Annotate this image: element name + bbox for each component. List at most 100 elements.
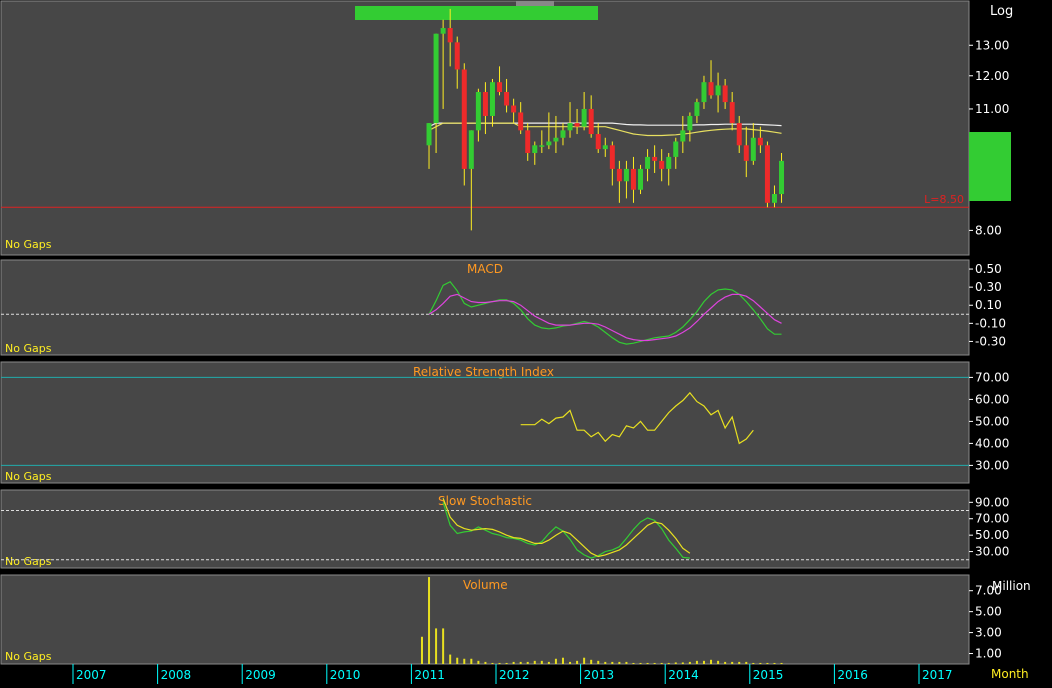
volume-bar [576,660,579,664]
volume-bar [583,657,586,664]
volume-bar [554,658,557,664]
price-axis-label: 11.00 [975,102,1009,116]
candle-body [511,105,517,113]
volume-bar [618,661,621,664]
candle-body [461,69,467,169]
volume-title: Volume [463,578,508,592]
volume-bar [667,662,670,664]
volume-bar [540,660,543,664]
volume-bar [639,662,642,664]
candle-body [447,28,453,43]
volume-bar [519,661,522,664]
top-range-handle[interactable] [516,1,554,6]
rsi-gap-label: No Gaps [5,470,52,483]
macd-axis-label: -0.10 [975,316,1006,330]
stock-chart: Log Million Month No Gaps No Gaps No Gap… [0,0,1031,684]
volume-bar [505,662,508,664]
candle-body [750,137,756,161]
volume-bar [780,662,783,664]
volume-bar [420,636,423,664]
macd-axis-label: 0.50 [975,262,1002,276]
candle-body [567,123,573,131]
candle-body [779,160,785,195]
year-label: 2017 [922,668,953,682]
year-label: 2010 [330,668,361,682]
volume-bar [653,662,656,664]
candle-body [504,92,510,106]
volume-bar [533,660,536,664]
year-label: 2008 [161,668,192,682]
candle-body [433,33,439,124]
macd-axis-label: -0.30 [975,334,1006,348]
candle-body [440,28,446,34]
candle-body [659,160,665,169]
volume-bar [463,658,466,664]
scale-mode-label[interactable]: Log [990,4,1013,19]
volume-bar [681,662,684,664]
price-axis-label: 12.00 [975,69,1009,83]
volume-bar [710,659,713,664]
candle-body [687,115,693,131]
volume-bar [738,661,741,664]
volume-bar [449,654,452,664]
candle-body [743,145,749,161]
rsi-axis-label: 60.00 [975,392,1009,406]
candle [461,63,467,186]
chart-window: Log Million Month No Gaps No Gaps No Gap… [0,0,1052,684]
top-range-bar [355,6,598,20]
macd-axis-label: 0.10 [975,298,1002,312]
volume-bar [632,662,635,664]
candle-body [694,102,700,116]
volume-bar [470,658,473,664]
candle-body [581,108,587,127]
candle-body [532,145,538,154]
volume-bar [766,662,769,664]
candle-body [468,130,474,169]
volume-bar [759,662,762,664]
year-label: 2009 [245,668,276,682]
volume-axis-label: 1.00 [975,647,1002,661]
candle-body [708,82,714,96]
volume-bar [428,577,431,664]
candle-body [645,156,651,169]
candle-body [560,130,566,138]
candle-body [546,141,552,146]
volume-bar [717,660,720,664]
volume-axis-label: 5.00 [975,605,1002,619]
price-axis-label: 8.00 [975,223,1002,237]
volume-bar [731,661,734,664]
macd-gap-label: No Gaps [5,342,52,355]
candle-body [715,85,721,96]
volume-bar [695,660,698,664]
stochastic-axis-label: 50.00 [975,528,1009,542]
volume-axis-label: 7.00 [975,584,1002,598]
volume-bar [442,628,445,664]
year-label: 2013 [584,668,615,682]
candle-body [454,42,460,70]
candle-body [771,194,777,203]
stochastic-title: Slow Stochastic [438,494,532,508]
volume-bar [569,661,572,664]
volume-bar [477,660,480,664]
candle-body [652,156,658,161]
candle-body [638,168,644,190]
volume-bar [625,661,628,664]
volume-bar [547,661,550,664]
candle-body [588,108,594,135]
candle-body [539,145,545,147]
candle-body [757,137,763,146]
interval-label[interactable]: Month [991,667,1029,681]
macd-axis-label: 0.30 [975,280,1002,294]
year-label: 2007 [76,668,107,682]
candle-body [609,145,615,169]
year-label: 2014 [668,668,699,682]
rsi-axis-label: 40.00 [975,436,1009,450]
candle-body [680,130,686,142]
candle-body [489,82,495,116]
candle-body [701,82,707,103]
volume-bar [688,661,691,664]
candle [764,141,770,208]
volume-bar [526,661,529,664]
volume-bar [646,662,649,664]
rsi-axis-label: 50.00 [975,414,1009,428]
